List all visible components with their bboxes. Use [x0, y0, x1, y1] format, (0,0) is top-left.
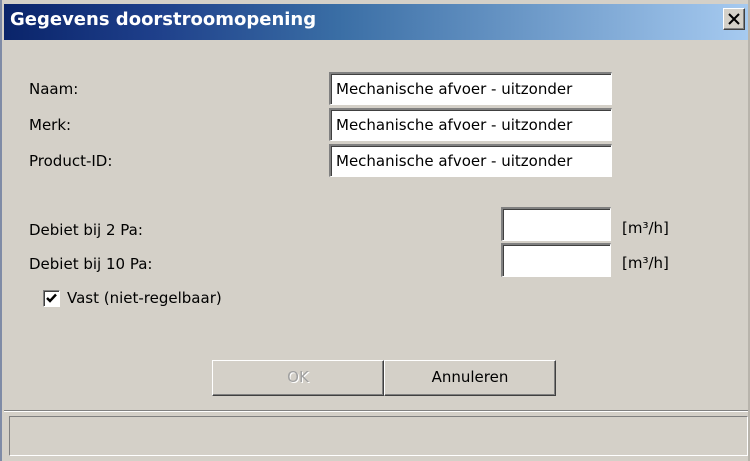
debiet-2pa-label: Debiet bij 2 Pa:	[29, 221, 143, 239]
vast-checkbox[interactable]	[43, 290, 60, 307]
naam-label: Naam:	[29, 80, 79, 98]
debiet-10pa-label: Debiet bij 10 Pa:	[29, 255, 153, 273]
checkmark-icon	[46, 293, 57, 303]
merk-label: Merk:	[29, 116, 72, 134]
merk-field[interactable]: Mechanische afvoer - uitzonder	[329, 108, 612, 141]
debiet-10pa-unit: [m³/h]	[622, 254, 669, 272]
naam-field[interactable]: Mechanische afvoer - uitzonder	[329, 72, 612, 105]
debiet-2pa-unit: [m³/h]	[622, 219, 669, 237]
title-bar[interactable]: Gegevens doorstroomopening	[4, 4, 748, 40]
vast-label[interactable]: Vast (niet-regelbaar)	[67, 289, 222, 307]
ok-button[interactable]: OK	[212, 360, 384, 396]
product-id-field[interactable]: Mechanische afvoer - uitzonder	[329, 144, 612, 177]
product-id-label: Product-ID:	[29, 152, 113, 170]
divider	[4, 410, 748, 412]
debiet-10pa-field[interactable]	[501, 243, 611, 277]
dialog-window: Gegevens doorstroomopening Naam: Mechani…	[0, 0, 750, 461]
close-icon	[728, 13, 740, 25]
close-button[interactable]	[723, 8, 745, 30]
cancel-button[interactable]: Annuleren	[384, 360, 556, 396]
status-bar	[9, 416, 748, 456]
window-title: Gegevens doorstroomopening	[10, 9, 317, 30]
debiet-2pa-field[interactable]	[501, 207, 611, 241]
